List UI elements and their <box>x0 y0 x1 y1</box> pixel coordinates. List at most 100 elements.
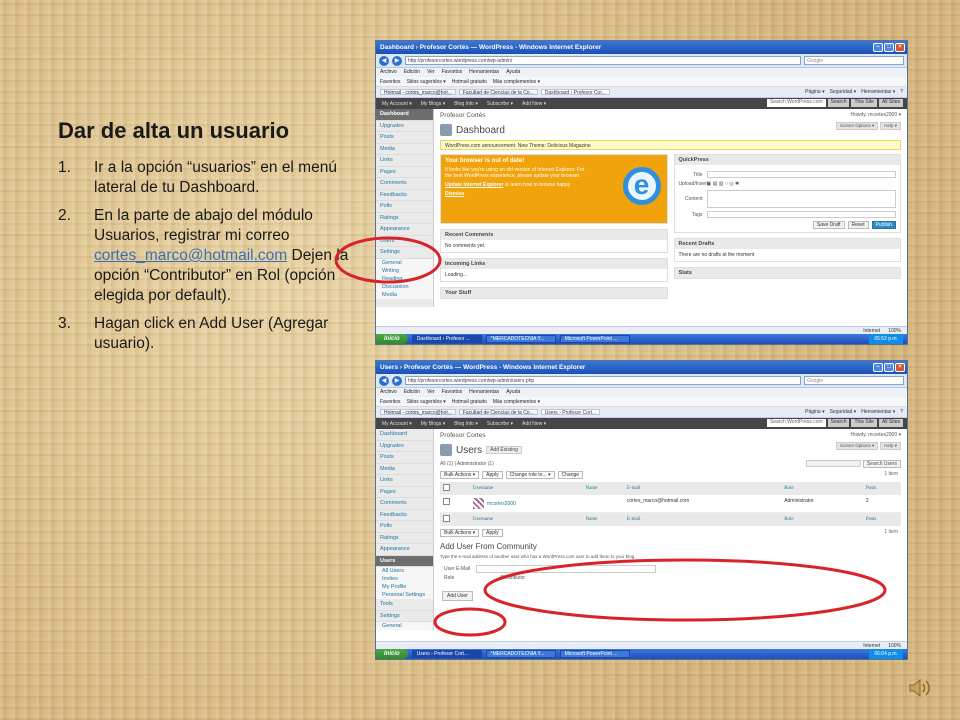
maximize-button[interactable]: □ <box>884 43 894 52</box>
minimize-button[interactable]: – <box>873 43 883 52</box>
column-header[interactable]: Name <box>582 512 624 526</box>
sidebar-item-settings[interactable]: Settings <box>376 247 433 259</box>
sidebar-item-posts[interactable]: Posts <box>376 452 433 464</box>
column-header[interactable]: Username <box>469 482 583 495</box>
search-input[interactable]: Google <box>804 376 904 385</box>
column-header[interactable]: Username <box>469 512 583 526</box>
all-sites-button[interactable]: All Sites <box>878 419 903 427</box>
taskbar-task[interactable]: *MERCADOTECNIA Y... <box>485 335 556 343</box>
sidebar-subitem-reading[interactable]: Reading <box>376 274 433 283</box>
menu-item[interactable]: Favoritos <box>442 69 463 76</box>
sidebar-item-comments[interactable]: Comments <box>376 498 433 510</box>
sidebar-item-tools[interactable]: Tools <box>376 599 433 611</box>
favorites-item[interactable]: Favoritos <box>380 79 401 85</box>
blog-name[interactable]: Profesor Cortés <box>440 112 901 122</box>
role-select[interactable]: Contributor <box>500 575 525 581</box>
sidebar-item-users[interactable]: Users <box>376 236 433 247</box>
sidebar-item-appearance[interactable]: Appearance <box>376 544 433 556</box>
media-upload-icons[interactable]: ▣ ▤ ▥ ○ ◎ ✱ <box>707 181 740 187</box>
maximize-button[interactable]: □ <box>884 363 894 372</box>
wp-bar-item[interactable]: Subscribe ▾ <box>487 101 513 107</box>
help-button[interactable]: Help ▾ <box>880 122 901 130</box>
this-site-button[interactable]: This Site <box>851 419 877 427</box>
sidebar-item-ratings[interactable]: Ratings <box>376 213 433 224</box>
sidebar-item-posts[interactable]: Posts <box>376 132 433 144</box>
menu-item[interactable]: Ayuda <box>506 389 520 396</box>
user-search-input[interactable] <box>805 460 861 467</box>
title-input[interactable] <box>706 171 896 178</box>
menu-item[interactable]: Edición <box>404 69 420 76</box>
wp-bar-item[interactable]: Blog Info ▾ <box>454 101 478 107</box>
close-button[interactable]: × <box>895 43 905 52</box>
column-header[interactable]: Role <box>781 512 863 526</box>
menu-item[interactable]: Edición <box>404 389 420 396</box>
all-sites-button[interactable]: All Sites <box>878 99 903 107</box>
sidebar-item-comments[interactable]: Comments <box>376 178 433 190</box>
taskbar-task[interactable]: Users › Profesor Cort... <box>411 650 482 658</box>
sidebar-subitem-invites[interactable]: Invites <box>376 575 433 583</box>
menu-item[interactable]: Favoritos <box>442 389 463 396</box>
screen-options-button[interactable]: Screen Options ▾ <box>835 442 879 450</box>
search-input[interactable]: Google <box>804 56 904 65</box>
start-button[interactable]: Inicio <box>376 334 408 344</box>
sidebar-item-media[interactable]: Media <box>376 144 433 155</box>
favorites-item[interactable]: Más complementos ▾ <box>493 399 540 405</box>
save-draft-button[interactable]: Save Draft <box>812 221 845 229</box>
column-header[interactable]: Role <box>781 482 863 495</box>
sidebar-item-users[interactable]: Users <box>376 555 433 567</box>
browser-tab-active[interactable]: Dashboard › Profesor Cor... <box>540 89 610 96</box>
column-header[interactable]: Name <box>582 482 624 495</box>
sidebar-subitem-discussion[interactable]: Discussion <box>376 282 433 291</box>
user-email[interactable]: cortes_marco@hotmail.com <box>623 495 782 513</box>
wp-search-button[interactable]: Search <box>827 419 850 427</box>
taskbar-task[interactable]: Microsoft PowerPoint ... <box>559 335 630 343</box>
apply-button[interactable]: Apply <box>482 529 503 537</box>
wp-bar-item[interactable]: Add New ▾ <box>522 101 546 107</box>
tool-item[interactable]: Herramientas ▾ <box>861 409 895 415</box>
favorites-item[interactable]: Sitios sugeridos ▾ <box>407 79 446 85</box>
publish-button[interactable]: Publish <box>871 221 896 229</box>
start-button[interactable]: Inicio <box>376 649 408 659</box>
sidebar-item-dashboard[interactable]: Dashboard <box>376 109 433 121</box>
help-button[interactable]: Help ▾ <box>880 442 901 450</box>
this-site-button[interactable]: This Site <box>851 99 877 107</box>
change-role-select[interactable]: Change role to... ▾ <box>505 471 555 479</box>
taskbar-task[interactable]: Dashboard › Profesor ... <box>411 335 482 343</box>
sidebar-item-feedbacks[interactable]: Feedbacks <box>376 510 433 521</box>
wp-bar-item[interactable]: Blog Info ▾ <box>454 421 478 427</box>
sidebar-item-media[interactable]: Media <box>376 464 433 475</box>
howdy-menu[interactable]: Howdy, mcortes2000 ▾ <box>851 432 902 438</box>
forward-icon[interactable]: ▶ <box>392 375 402 386</box>
browser-tab[interactable]: Facultad de Ciencias de la Co... <box>458 89 538 96</box>
url-field[interactable]: http://profesorcortes.wordpress.com/wp-a… <box>405 376 801 385</box>
tags-input[interactable] <box>706 211 896 218</box>
sidebar-subitem-general[interactable]: General <box>376 258 433 267</box>
sidebar-item-feedbacks[interactable]: Feedbacks <box>376 190 433 201</box>
change-button[interactable]: Change <box>557 471 584 479</box>
user-email-input[interactable] <box>476 565 657 573</box>
favorites-item[interactable]: Favoritos <box>380 399 401 405</box>
wp-bar-item[interactable]: My Account ▾ <box>382 101 412 107</box>
help-icon[interactable]: ? <box>900 89 903 95</box>
bulk-actions-select[interactable]: Bulk Actions ▾ <box>440 529 480 537</box>
url-field[interactable]: http://profesorcortes.wordpress.com/wp-a… <box>405 56 801 65</box>
sidebar-subitem-all-users[interactable]: All Users <box>376 567 433 575</box>
sidebar-item-settings[interactable]: Settings <box>376 611 433 622</box>
sidebar-item-links[interactable]: Links <box>376 155 433 167</box>
favorites-item[interactable]: Sitios sugeridos ▾ <box>407 399 446 405</box>
forward-icon[interactable]: ▶ <box>392 55 402 66</box>
browser-tab[interactable]: Facultad de Ciencias de la Co... <box>458 409 538 416</box>
tool-item[interactable]: Seguridad ▾ <box>830 409 857 415</box>
browser-tab[interactable]: Hotmail - cortes_marco@hot... <box>380 409 456 416</box>
sidebar-item-links[interactable]: Links <box>376 475 433 487</box>
add-user-button[interactable]: Add User <box>442 591 473 601</box>
sidebar-item-upgrades[interactable]: Upgrades <box>376 441 433 452</box>
menu-item[interactable]: Ver <box>427 69 435 76</box>
sidebar-item-pages[interactable]: Pages <box>376 487 433 498</box>
select-all-checkbox[interactable] <box>443 484 450 491</box>
sidebar-item-ratings[interactable]: Ratings <box>376 533 433 544</box>
sidebar-subitem-general[interactable]: General <box>376 622 433 630</box>
dismiss-link[interactable]: Dismiss <box>445 191 585 197</box>
bulk-actions-select[interactable]: Bulk Actions ▾ <box>440 471 480 479</box>
wp-bar-item[interactable]: Add New ▾ <box>522 421 546 427</box>
